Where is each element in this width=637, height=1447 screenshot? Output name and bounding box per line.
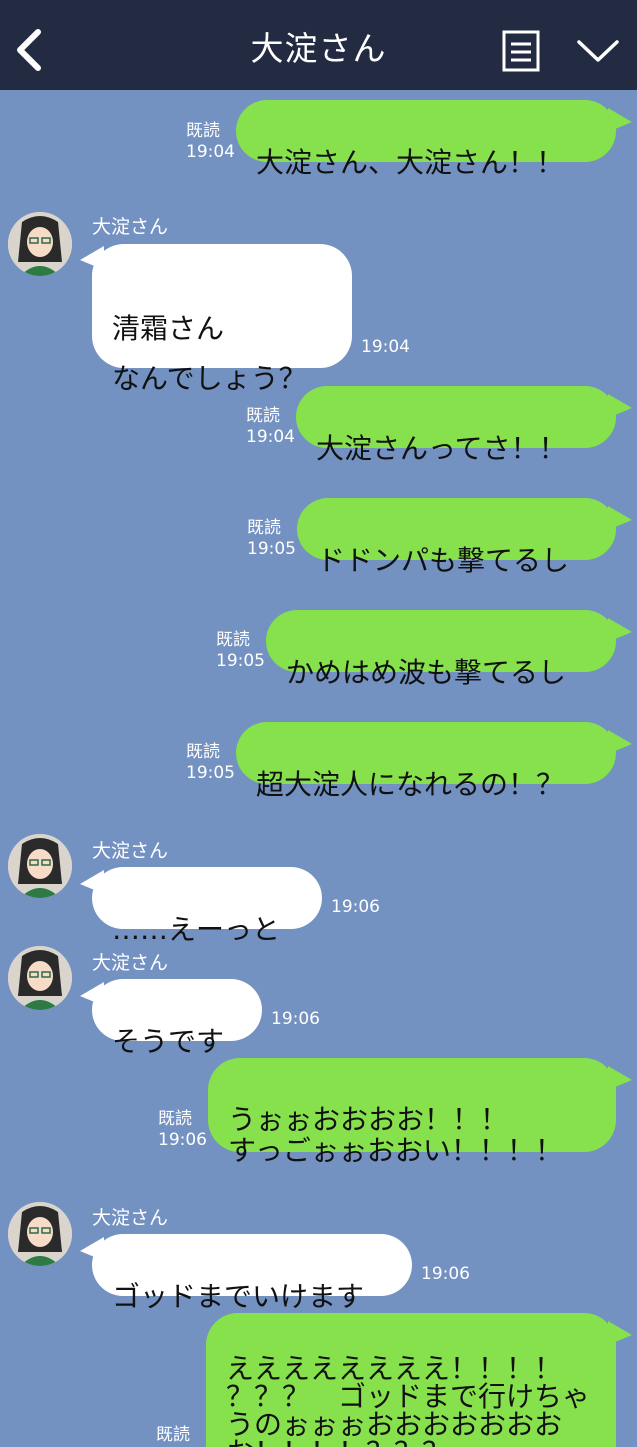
read-label: 既読 bbox=[246, 406, 280, 426]
avatar[interactable] bbox=[8, 834, 72, 898]
message-time: 19:04 bbox=[246, 427, 295, 447]
received-message-bubble[interactable]: ゴッドまでいけます bbox=[92, 1234, 412, 1313]
sent-message-bubble[interactable]: ドドンパも撃てるし bbox=[297, 498, 616, 577]
chat-header: 大淀さん bbox=[0, 0, 637, 90]
sent-message-bubble[interactable]: 大淀さん、大淀さん！！ bbox=[236, 100, 616, 179]
notes-icon[interactable] bbox=[502, 30, 540, 72]
message-text: ゴッドまでいけます bbox=[112, 1280, 365, 1313]
bubble-tail bbox=[608, 394, 632, 418]
sender-name: 大淀さん bbox=[92, 840, 169, 862]
avatar[interactable] bbox=[8, 946, 72, 1010]
sent-message-bubble[interactable]: ええええええええ！！！！ ？？？ ゴッドまで行けちゃうのぉぉぉおおおおおおおお！… bbox=[206, 1313, 616, 1447]
message-time: 19:05 bbox=[216, 651, 265, 671]
sender-name: 大淀さん bbox=[92, 952, 169, 974]
message-time: 19:06 bbox=[158, 1130, 207, 1150]
read-status: 既読 19:05 bbox=[216, 630, 265, 672]
message-text: 超大淀人になれるの！？ bbox=[256, 768, 565, 801]
message-time: 19:04 bbox=[361, 337, 410, 357]
avatar-icon bbox=[8, 1202, 72, 1266]
received-message-bubble[interactable]: ……えーっと bbox=[92, 867, 322, 946]
message-time: 19:04 bbox=[186, 142, 235, 162]
message-text: ええええええええ！！！！ ？？？ ゴッドまで行けちゃうのぉぉぉおおおおおおおお！… bbox=[226, 1352, 591, 1447]
sent-message-bubble[interactable]: 超大淀人になれるの！？ bbox=[236, 722, 616, 801]
read-label: 既読 bbox=[186, 742, 220, 762]
read-label: 既読 bbox=[186, 121, 220, 141]
avatar[interactable] bbox=[8, 212, 72, 276]
message-text: ドドンパも撃てるし bbox=[317, 544, 570, 577]
message-text: 清霜さん なんでしょう？ bbox=[112, 312, 307, 395]
received-message-bubble[interactable]: 清霜さん なんでしょう？ bbox=[92, 244, 352, 395]
bubble-tail bbox=[608, 506, 632, 530]
bubble-tail bbox=[608, 618, 632, 642]
avatar-icon bbox=[8, 946, 72, 1010]
read-status: 既読 19:04 bbox=[246, 406, 295, 448]
sent-message-bubble[interactable]: かめはめ波も撃てるし bbox=[266, 610, 616, 689]
message-text: 大淀さん、大淀さん！！ bbox=[256, 146, 565, 179]
message-text: そうです bbox=[112, 1025, 225, 1058]
read-label: 既読 bbox=[216, 630, 250, 650]
avatar-icon bbox=[8, 834, 72, 898]
message-time: 19:05 bbox=[186, 763, 235, 783]
message-text: かめはめ波も撃てるし bbox=[286, 656, 567, 689]
message-time: 19:06 bbox=[271, 1009, 320, 1029]
avatar[interactable] bbox=[8, 1202, 72, 1266]
message-time: 19:06 bbox=[421, 1264, 470, 1284]
sent-message-bubble[interactable]: うぉぉおおおお！！！ すっごぉぉおおい！！！！ bbox=[208, 1058, 616, 1166]
read-label: 既読 bbox=[158, 1109, 192, 1129]
read-label: 既読 bbox=[247, 518, 281, 538]
received-message-bubble[interactable]: そうです bbox=[92, 979, 262, 1058]
read-status: 既読 bbox=[156, 1425, 190, 1446]
message-text: うぉぉおおおお！！！ すっごぉぉおおい！！！！ bbox=[228, 1103, 563, 1167]
bubble-tail bbox=[608, 1321, 632, 1345]
message-time: 19:06 bbox=[331, 897, 380, 917]
read-status: 既読 19:05 bbox=[186, 742, 235, 784]
read-label: 既読 bbox=[156, 1425, 190, 1445]
sender-name: 大淀さん bbox=[92, 216, 169, 238]
message-text: 大淀さんってさ！！ bbox=[316, 432, 567, 465]
avatar-icon bbox=[8, 212, 72, 276]
sender-name: 大淀さん bbox=[92, 1207, 169, 1229]
chevron-down-icon[interactable] bbox=[576, 36, 620, 66]
read-status: 既読 19:06 bbox=[158, 1109, 207, 1151]
bubble-tail bbox=[608, 730, 632, 754]
bubble-tail bbox=[608, 1066, 632, 1090]
message-text: ……えーっと bbox=[112, 913, 281, 946]
read-status: 既読 19:05 bbox=[247, 518, 296, 560]
chat-title: 大淀さん bbox=[250, 29, 387, 68]
bubble-tail bbox=[608, 108, 632, 132]
sent-message-bubble[interactable]: 大淀さんってさ！！ bbox=[296, 386, 616, 465]
read-status: 既読 19:04 bbox=[186, 121, 235, 163]
message-time: 19:05 bbox=[247, 539, 296, 559]
